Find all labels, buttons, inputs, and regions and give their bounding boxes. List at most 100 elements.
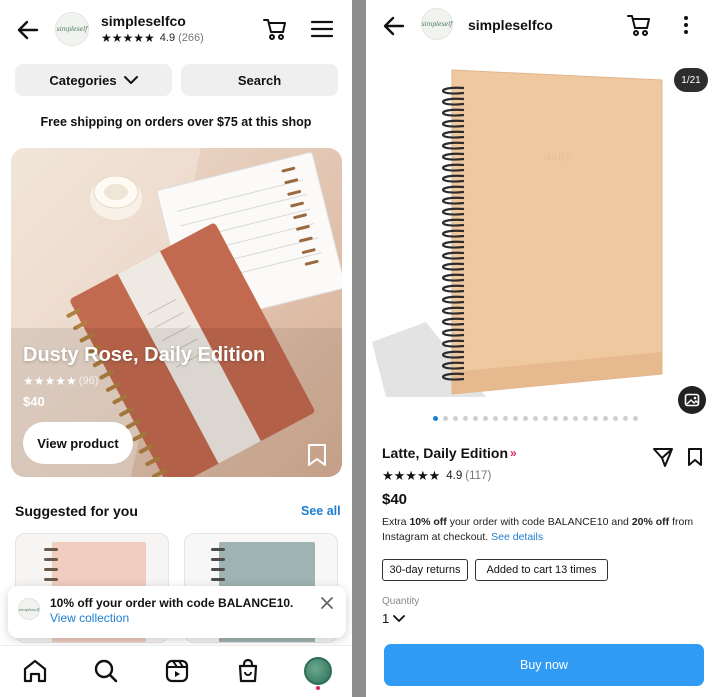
shop-name[interactable]: simpleselfco [101,13,186,29]
promo-bold-1: 10% off [409,516,447,528]
carousel-dot [573,416,578,421]
search-button[interactable]: Search [181,64,338,96]
more-options-icon[interactable] [678,13,694,37]
back-arrow-icon[interactable] [380,12,408,40]
carousel-dot [603,416,608,421]
notification-dot [316,686,320,690]
bookmark-icon[interactable] [686,446,704,468]
rating-value: 4.9 [159,32,176,44]
carousel-indicator [433,416,638,422]
search-label: Search [237,72,282,88]
rating-count: (96) [78,375,99,387]
featured-product-card[interactable]: Dusty Rose, Daily Edition ★★★★★ (96) $40… [11,148,342,477]
home-icon[interactable] [22,658,48,684]
featured-product-rating: ★★★★★ (96) [23,374,98,388]
chevron-down-icon [123,76,138,84]
rating-count: (117) [465,470,492,482]
carousel-dot [463,416,468,421]
chevron-down-icon [393,614,406,622]
carousel-dot [513,416,518,421]
product-rating[interactable]: ★★★★★ 4.9 (117) [382,468,491,484]
shop-avatar: simpleself [18,598,40,620]
shop-rating: ★★★★★ 4.9 (266) [101,31,204,45]
shop-logo-text: simpleself [56,25,88,33]
shop-bag-icon[interactable] [235,658,261,684]
carousel-dot [503,416,508,421]
carousel-dot [493,416,498,421]
featured-product-price: $40 [23,394,45,409]
see-all-link[interactable]: See all [301,504,341,518]
notebook-image: daily [372,69,663,397]
carousel-dot [473,416,478,421]
quantity-select[interactable]: 1 [382,611,406,626]
promo-text: Extra 10% off your order with code BALAN… [382,515,712,545]
share-send-icon[interactable] [652,446,674,468]
shop-avatar[interactable]: simpleself [55,12,89,46]
carousel-dot [613,416,618,421]
product-title[interactable]: Latte, Daily Edition » [382,445,517,461]
shop-header: simpleself simpleselfco ★★★★★ 4.9 (266) [0,0,352,58]
cart-icon[interactable] [626,12,652,38]
carousel-dot [593,416,598,421]
search-icon[interactable] [93,658,119,684]
reels-icon[interactable] [164,658,190,684]
product-image[interactable]: daily [366,52,720,407]
suggested-title: Suggested for you [15,503,138,519]
shop-screen: simpleself simpleselfco ★★★★★ 4.9 (266) … [0,0,352,697]
rating-value: 4.9 [446,470,463,482]
shop-logo-text: simpleself [18,606,40,612]
shop-avatar[interactable]: simpleself [421,8,453,40]
product-price: $40 [382,491,408,508]
rating-stars: ★★★★★ [23,374,77,388]
carousel-dot [543,416,548,421]
shipping-note: Free shipping on orders over $75 at this… [40,115,312,129]
view-collection-link[interactable]: View collection [50,611,129,625]
tagged-products-icon[interactable] [678,386,706,414]
image-counter: 1/21 [674,68,708,92]
bookmark-icon[interactable] [307,443,327,467]
carousel-dot [483,416,488,421]
carousel-dot [553,416,558,421]
bottom-tab-bar [0,645,352,697]
buy-now-button[interactable]: Buy now [384,644,704,686]
carousel-dot [443,416,448,421]
profile-avatar[interactable] [304,657,332,685]
product-title-text: Latte, Daily Edition [382,445,509,461]
returns-chip: 30-day returns [382,559,468,581]
view-product-button[interactable]: View product [23,422,133,464]
featured-product-title[interactable]: Dusty Rose, Daily Edition [23,344,265,367]
promo-bold-2: 20% off [631,516,670,528]
cart-count-chip: Added to cart 13 times [475,559,608,581]
categories-button[interactable]: Categories [15,64,172,96]
shop-name[interactable]: simpleselfco [468,17,553,33]
promo-prefix: Extra [382,516,410,528]
discount-toast[interactable]: simpleself 10% off your order with code … [8,586,346,638]
back-arrow-icon[interactable] [14,16,42,44]
quantity-label: Quantity [382,596,420,607]
carousel-dot [523,416,528,421]
cart-icon[interactable] [262,16,288,42]
carousel-dot [453,416,458,421]
see-details-link[interactable]: See details [491,531,543,543]
toast-message-text: 10% off your order with code BALANCE10. [50,596,294,610]
carousel-dot [623,416,628,421]
carousel-dot [583,416,588,421]
carousel-dot [433,416,438,421]
shop-logo-text: simpleself [421,20,453,28]
svg-text:daily: daily [544,150,572,163]
quantity-value: 1 [382,611,390,626]
product-screen: simpleself simpleselfco daily 1/21 Latte… [366,0,720,697]
rating-stars: ★★★★★ [382,468,441,483]
panel-divider [352,0,366,697]
toast-message: 10% off your order with code BALANCE10. … [50,596,318,626]
carousel-dot [533,416,538,421]
menu-icon[interactable] [310,17,334,41]
close-icon[interactable] [320,596,336,612]
promo-mid: your order with code BALANCE10 and [446,516,632,528]
rating-count: (266) [178,32,204,44]
carousel-dot [563,416,568,421]
rating-stars: ★★★★★ [101,31,155,45]
title-chevron-icon: » [510,446,517,460]
categories-label: Categories [49,72,117,88]
carousel-dot [633,416,638,421]
